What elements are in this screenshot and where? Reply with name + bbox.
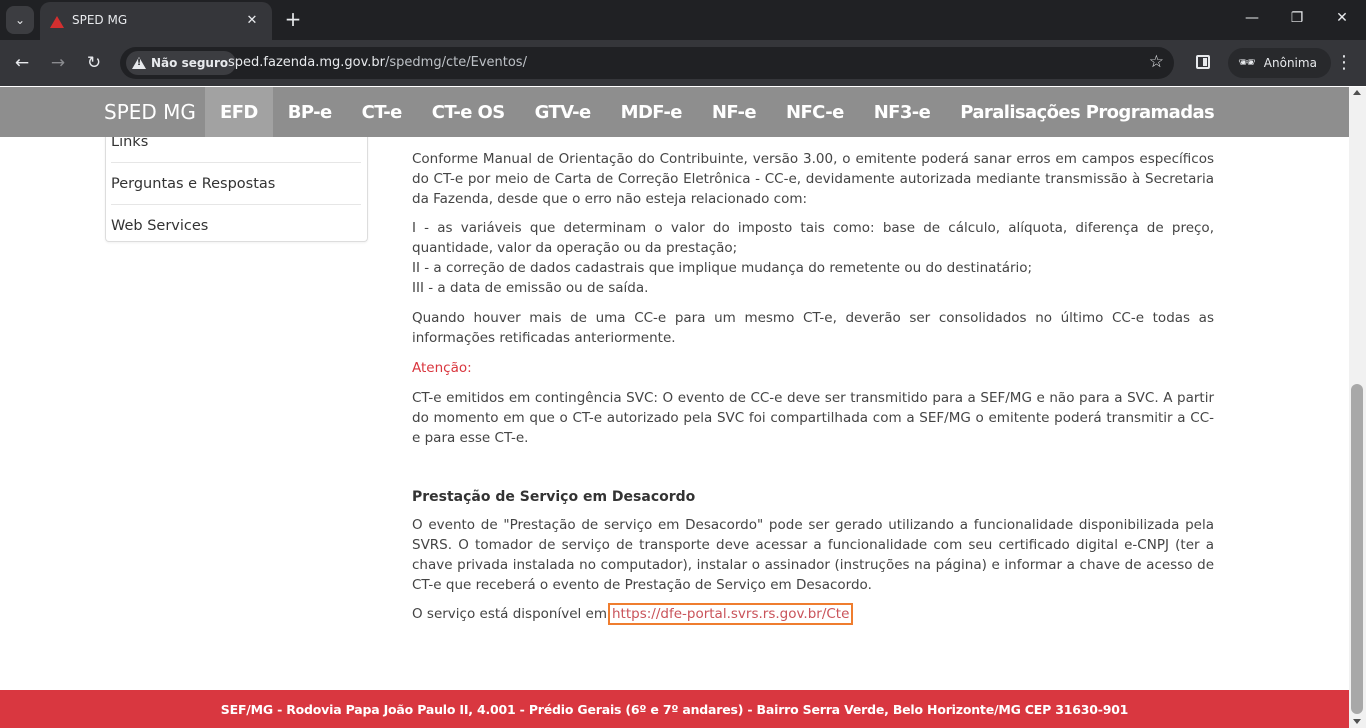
browser-tab[interactable]: SPED MG ✕ [40,2,272,40]
highlight-box: https://dfe-portal.svrs.rs.gov.br/Cte [608,603,854,625]
browser-toolbar: ← → ↻ Não seguro sped.fazenda.mg.gov.br/… [0,40,1366,86]
forward-button[interactable]: → [47,52,69,74]
tab-title: SPED MG [72,13,128,27]
nav-nf-e[interactable]: NF-e [697,87,771,137]
browser-menu-icon[interactable]: ⋮ [1334,52,1354,73]
sidebar-item-web-services[interactable]: Web Services [111,204,361,246]
tab-search-button[interactable]: ⌄ [6,6,34,34]
nav-nfc-e[interactable]: NFC-e [771,87,859,137]
page-scrollbar[interactable] [1349,87,1366,728]
incognito-icon: 🕶 [1238,55,1256,71]
url-text[interactable]: sped.fazenda.mg.gov.br/spedmg/cte/Evento… [228,55,527,70]
minimize-button[interactable]: — [1242,10,1262,26]
nav-ct-e[interactable]: CT-e [347,87,417,137]
incognito-profile-button[interactable]: 🕶 Anônima [1228,48,1331,78]
side-panel-icon[interactable] [1196,55,1210,69]
scrollbar-thumb[interactable] [1351,384,1363,714]
security-label: Não seguro [151,56,229,70]
restriction-item-2: II - a correção de dados cadastrais que … [412,260,1033,276]
sidebar-menu: Links Perguntas e Respostas Web Services [105,127,368,242]
tab-close-button[interactable]: ✕ [242,10,262,30]
restore-button[interactable]: ❐ [1287,10,1307,26]
nav-efd[interactable]: EFD [205,87,273,137]
chevron-down-icon: ⌄ [14,13,26,27]
warning-icon [132,57,146,69]
page-viewport: Links Perguntas e Respostas Web Services… [0,87,1349,728]
nav-mdf-e[interactable]: MDF-e [606,87,697,137]
restriction-item-3: III - a data de emissão ou de saída. [412,280,649,296]
main-content: Conforme Manual de Orientação do Contrib… [412,149,1214,625]
nav-nf3-e[interactable]: NF3-e [859,87,946,137]
security-indicator[interactable]: Não seguro [126,51,237,75]
bookmark-star-icon[interactable]: ☆ [1149,52,1164,72]
desacordo-paragraph: O evento de "Prestação de serviço em Des… [412,517,1214,593]
address-bar[interactable]: Não seguro sped.fazenda.mg.gov.br/spedmg… [120,47,1174,79]
reload-button[interactable]: ↻ [83,52,105,74]
back-button[interactable]: ← [11,52,33,74]
restriction-item-1: I - as variáveis que determinam o valor … [412,220,1214,256]
site-navbar: SPED MG EFD BP-e CT-e CT-e OS GTV-e MDF-… [0,87,1349,137]
profile-label: Anônima [1263,56,1317,70]
site-brand[interactable]: SPED MG [104,100,196,124]
cce-intro-paragraph: Conforme Manual de Orientação do Contrib… [412,151,1214,207]
scroll-up-icon[interactable] [1353,90,1361,95]
nav-ct-e-os[interactable]: CT-e OS [417,87,520,137]
nav-bp-e[interactable]: BP-e [273,87,347,137]
browser-tab-strip: ⌄ SPED MG ✕ + — ❐ ✕ [0,0,1366,40]
nav-gtv-e[interactable]: GTV-e [520,87,606,137]
service-availability-text: O serviço está disponível em [412,606,607,622]
scroll-down-icon[interactable] [1353,719,1361,724]
url-host: sped.fazenda.mg.gov.br [228,55,386,70]
new-tab-button[interactable]: + [282,8,304,30]
url-path: /spedmg/cte/Eventos/ [385,55,527,70]
attention-label: Atenção: [412,360,472,376]
svc-paragraph: CT-e emitidos em contingência SVC: O eve… [412,390,1214,446]
close-window-button[interactable]: ✕ [1332,10,1352,26]
nav-paralisacoes[interactable]: Paralisações Programadas [945,87,1229,137]
page-footer: SEF/MG - Rodovia Papa João Paulo II, 4.0… [0,690,1349,728]
section-heading-desacordo: Prestação de Serviço em Desacordo [412,489,696,505]
site-nav-items: EFD BP-e CT-e CT-e OS GTV-e MDF-e NF-e N… [205,87,1229,137]
consolidation-paragraph: Quando houver mais de uma CC-e para um m… [412,310,1214,346]
service-availability-line: O serviço está disponível em https://dfe-… [412,603,1214,625]
sidebar-item-perguntas[interactable]: Perguntas e Respostas [111,162,361,204]
favicon-icon [50,16,64,28]
svrs-portal-link[interactable]: https://dfe-portal.svrs.rs.gov.br/Cte [612,606,849,622]
